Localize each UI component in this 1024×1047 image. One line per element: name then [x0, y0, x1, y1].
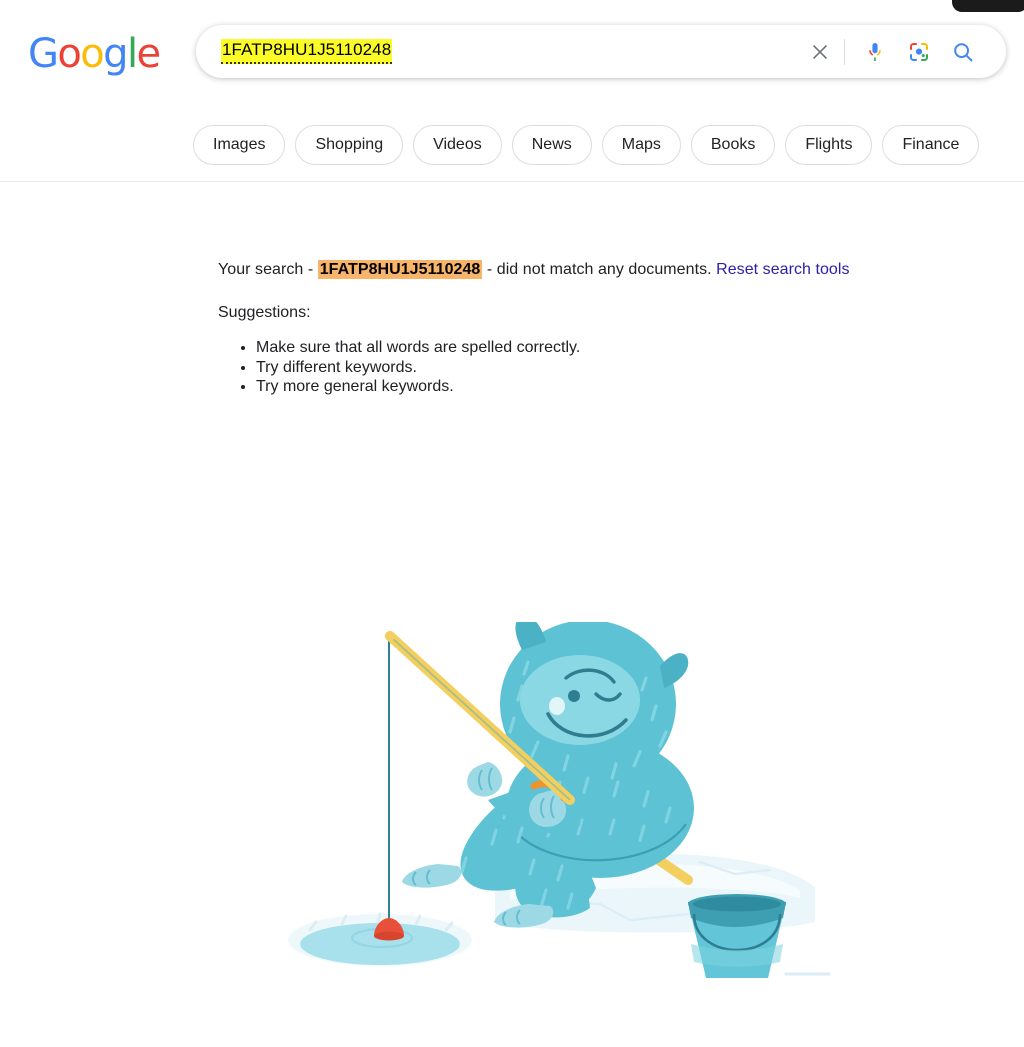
search-header: Google 1FATP8HU1J5110248 Images Shopping… — [0, 0, 1024, 182]
chip-flights[interactable]: Flights — [785, 125, 873, 165]
chip-label: Finance — [902, 136, 960, 153]
search-icon — [954, 42, 973, 61]
search-action-group — [798, 30, 1005, 74]
voice-search-button[interactable] — [853, 30, 897, 74]
reset-search-tools-link[interactable]: Reset search tools — [716, 261, 849, 278]
yeti-ice-fishing-illustration — [288, 615, 832, 978]
logo-letter-l: l — [126, 31, 138, 77]
lens-search-button[interactable] — [897, 30, 941, 74]
chip-label: Images — [213, 136, 266, 153]
horn-right — [660, 653, 689, 688]
chip-finance[interactable]: Finance — [882, 125, 980, 165]
logo-letter-g2: g — [103, 31, 128, 77]
suggestions-list: Make sure that all words are spelled cor… — [218, 338, 1024, 397]
search-query-text: 1FATP8HU1J5110248 — [221, 39, 393, 64]
suggestion-item: Make sure that all words are spelled cor… — [256, 338, 1024, 358]
logo-letter-e: e — [136, 31, 161, 77]
chip-maps[interactable]: Maps — [601, 125, 681, 165]
search-divider — [844, 38, 845, 65]
yeti-hand-back — [467, 762, 503, 797]
search-submit-button[interactable] — [941, 30, 985, 74]
top-black-overlay-bar — [952, 0, 1024, 12]
no-results-message: Your search - 1FATP8HU1J5110248 - did no… — [218, 259, 1024, 281]
chip-books[interactable]: Books — [690, 125, 776, 165]
google-lens-icon — [910, 42, 928, 61]
chip-label: Books — [710, 136, 756, 153]
search-filter-chips: Images Shopping Videos News Maps Books F… — [193, 125, 980, 165]
suggestion-item: Try more general keywords. — [256, 377, 1024, 397]
no-results-suffix: - did not match any documents. — [482, 261, 717, 278]
suggestions-title: Suggestions: — [218, 304, 311, 321]
logo-letter-g1: G — [28, 31, 59, 77]
clear-button[interactable] — [798, 30, 842, 74]
close-icon — [813, 44, 827, 59]
logo-letter-o1: o — [57, 31, 81, 77]
chip-label: Maps — [621, 136, 661, 153]
logo-letter-o2: o — [80, 31, 104, 77]
chip-videos[interactable]: Videos — [413, 125, 502, 165]
chip-label: News — [531, 136, 572, 153]
chip-images[interactable]: Images — [193, 125, 286, 165]
chip-shopping[interactable]: Shopping — [295, 125, 404, 165]
results-area: Your search - 1FATP8HU1J5110248 - did no… — [0, 182, 1024, 978]
no-results-illustration — [270, 615, 832, 1042]
chip-label: Videos — [433, 136, 482, 153]
chip-label: Flights — [805, 136, 853, 153]
search-input[interactable]: 1FATP8HU1J5110248 — [197, 26, 798, 77]
yeti-face — [520, 655, 640, 745]
google-logo[interactable]: Google — [28, 31, 161, 77]
ice-fishing-hole — [288, 912, 472, 966]
search-bar[interactable]: 1FATP8HU1J5110248 — [196, 25, 1006, 78]
chip-label: Shopping — [315, 136, 384, 153]
highlighted-query: 1FATP8HU1J5110248 — [317, 260, 483, 279]
chip-news[interactable]: News — [511, 125, 592, 165]
no-results-prefix: Your search - — [218, 261, 318, 278]
microphone-icon — [869, 42, 881, 61]
suggestion-item: Try different keywords. — [256, 358, 1024, 378]
yeti-eye-open — [568, 690, 580, 702]
